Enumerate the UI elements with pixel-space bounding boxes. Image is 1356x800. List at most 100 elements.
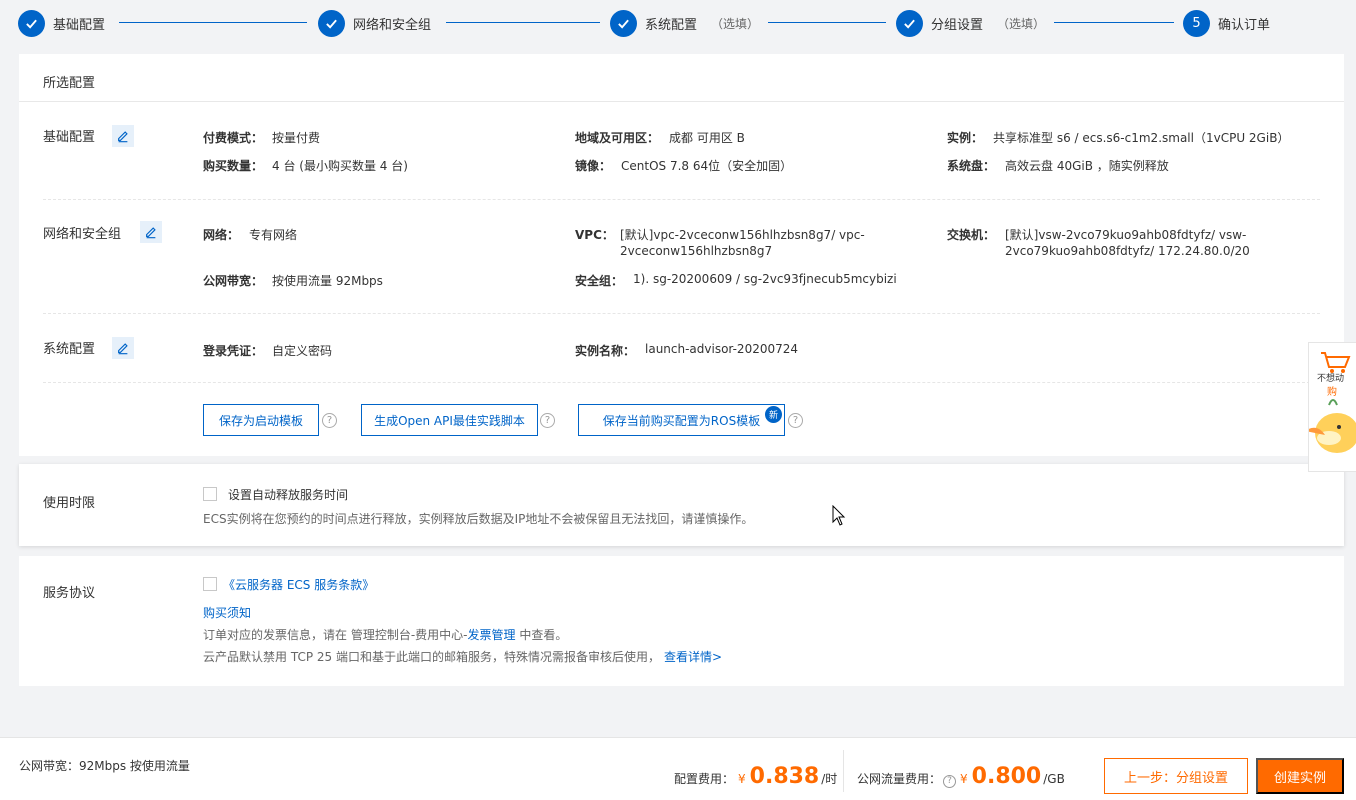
help-icon[interactable]: ? (322, 413, 337, 428)
switch-value-line1: [默认]vsw-2vco79kuo9ahb08fdtyfz/ vsw- (1005, 228, 1247, 242)
config-fee-label: 配置费用： (674, 772, 735, 786)
step-connector (119, 22, 307, 23)
view-details-link[interactable]: 查看详情> (664, 650, 722, 664)
step-optional: （选填） (997, 16, 1046, 31)
save-ros-template-button[interactable]: 保存当前购买配置为ROS模板 (578, 404, 785, 436)
instance-value: 共享标准型 s6 / ecs.s6-c1m2.small（1vCPU 2GiB） (993, 131, 1290, 145)
step-confirm: 5 确认订单 (1183, 9, 1270, 37)
edit-network-button[interactable] (140, 221, 162, 243)
divider (43, 382, 1320, 383)
step-label: 系统配置 (645, 17, 698, 33)
usage-period-panel: 使用时限 设置自动释放服务时间 ECS实例将在您预约的时间点进行释放，实例释放后… (19, 464, 1344, 546)
terms-checkbox[interactable] (203, 577, 217, 591)
floating-assistant-widget[interactable]: 不想动 购 (1305, 342, 1356, 472)
login-key: 登录凭证： (203, 344, 264, 358)
terms-link[interactable]: 《云服务器 ECS 服务条款》 (223, 576, 374, 593)
edit-system-button[interactable] (112, 337, 134, 359)
check-icon (610, 9, 637, 37)
step-group[interactable]: 分组设置 （选填） (896, 9, 1045, 37)
bandwidth-summary: 公网带宽：92Mbps 按使用流量 (19, 759, 190, 773)
billing-value: 按量付费 (272, 131, 321, 145)
network-value: 专有网络 (249, 228, 298, 242)
check-icon (318, 9, 345, 37)
instance-key: 实例： (947, 131, 984, 145)
step-network[interactable]: 网络和安全组 (318, 9, 431, 37)
invoice-management-link[interactable]: 发票管理 (467, 628, 515, 642)
traffic-fee-unit: /GB (1043, 772, 1065, 786)
security-group-value: 1). sg-20200609 / sg-2vc93fjnecub5mcybiz… (633, 272, 897, 286)
step-basic[interactable]: 基础配置 (18, 9, 105, 37)
purchase-notice-link[interactable]: 购买须知 (203, 604, 251, 621)
qty-key: 购买数量： (203, 159, 264, 173)
help-icon[interactable]: ? (943, 775, 957, 788)
traffic-fee-value: 0.800 (971, 764, 1042, 789)
selected-config-panel: 所选配置 基础配置 付费模式： 按量付费 地域及可用区： 成都 可用区 B 实例… (19, 54, 1344, 456)
edit-basic-button[interactable] (112, 125, 134, 147)
invoice-note-suffix: 中查看。 (515, 628, 568, 642)
bandwidth-key: 公网带宽： (203, 274, 264, 288)
disk-value: 高效云盘 40GiB ，随实例释放 (1005, 159, 1169, 173)
check-icon (18, 9, 45, 37)
help-icon[interactable]: ? (788, 413, 803, 428)
step-label: 确认订单 (1218, 17, 1271, 33)
help-icon[interactable]: ? (540, 413, 555, 428)
currency-symbol: ¥ (738, 772, 746, 786)
auto-release-note: ECS实例将在您预约的时间点进行释放，实例释放后数据及IP地址不会被保留且无法找… (203, 512, 754, 526)
billing-key: 付费模式： (203, 131, 264, 145)
step-label: 基础配置 (53, 17, 106, 33)
section-basic-title: 基础配置 (43, 130, 96, 145)
usage-title: 使用时限 (43, 496, 96, 511)
traffic-fee: 公网流量费用： ? ¥ 0.800 /GB (857, 764, 1065, 789)
step-connector (768, 22, 886, 23)
switch-key: 交换机： (947, 228, 996, 242)
generate-openapi-script-button[interactable]: 生成Open API最佳实践脚本 (361, 404, 538, 436)
auto-release-checkbox[interactable] (203, 487, 217, 501)
agreement-panel: 服务协议 《云服务器 ECS 服务条款》 购买须知 订单对应的发票信息，请在 管… (19, 556, 1344, 686)
step-label: 网络和安全组 (353, 17, 432, 33)
section-system-title: 系统配置 (43, 342, 96, 357)
check-icon (896, 9, 923, 37)
invoice-note-text: 订单对应的发票信息，请在 管理控制台-费用中心- (203, 628, 468, 642)
step-indicator: 基础配置 网络和安全组 系统配置 （选填） 分组设置 （选填） 5 确认订单 (0, 0, 1356, 46)
image-value: CentOS 7.8 64位（安全加固） (621, 159, 793, 173)
divider (19, 101, 1344, 102)
instance-name-key: 实例名称： (575, 344, 636, 358)
vpc-value-line1: [默认]vpc-2vceconw156hlhzbsn8g7/ vpc- (620, 228, 865, 242)
divider (843, 750, 844, 792)
currency-symbol: ¥ (960, 772, 968, 786)
auto-release-label[interactable]: 设置自动释放服务时间 (228, 486, 348, 503)
security-group-key: 安全组： (575, 274, 624, 288)
step-label: 分组设置 (931, 17, 984, 33)
bandwidth-value: 按使用流量 92Mbps (272, 274, 383, 288)
edit-icon (118, 343, 128, 355)
tcp25-note: 云产品默认禁用 TCP 25 端口和基于此端口的邮箱服务，特殊情况需报备审核后使… (203, 648, 722, 665)
step-system[interactable]: 系统配置 （选填） (610, 9, 759, 37)
mouse-cursor-icon (832, 505, 846, 526)
step-optional: （选填） (711, 16, 760, 31)
previous-step-button[interactable]: 上一步：分组设置 (1104, 758, 1248, 794)
step-connector (1054, 22, 1174, 23)
create-instance-button[interactable]: 创建实例 (1256, 758, 1344, 794)
new-badge: 新 (765, 406, 782, 423)
edit-icon (118, 131, 128, 143)
qty-value: 4 台 (最小购买数量 4 台) (272, 159, 408, 173)
region-key: 地域及可用区： (575, 131, 660, 145)
disk-key: 系统盘： (947, 159, 996, 173)
instance-name-value: launch-advisor-20200724 (645, 342, 799, 356)
divider (43, 199, 1320, 200)
save-launch-template-button[interactable]: 保存为启动模板 (203, 404, 319, 436)
config-fee-unit: /时 (821, 772, 838, 786)
step-number: 5 (1183, 9, 1210, 37)
section-network-title: 网络和安全组 (43, 227, 122, 242)
vpc-key: VPC： (575, 228, 614, 242)
divider (43, 313, 1320, 314)
step-connector (446, 22, 600, 23)
switch-value-line2: 2vco79kuo9ahb08fdtyfz/ 172.24.80.0/20 (1005, 244, 1250, 258)
invoice-note: 订单对应的发票信息，请在 管理控制台-费用中心-发票管理 中查看。 (203, 626, 567, 643)
widget-text-2: 购 (1327, 387, 1337, 398)
login-value: 自定义密码 (272, 344, 333, 358)
cart-mascot-icon (1305, 352, 1356, 453)
edit-icon (146, 227, 156, 239)
panel-title: 所选配置 (43, 76, 96, 91)
config-fee: 配置费用： ¥ 0.838 /时 (674, 764, 837, 789)
